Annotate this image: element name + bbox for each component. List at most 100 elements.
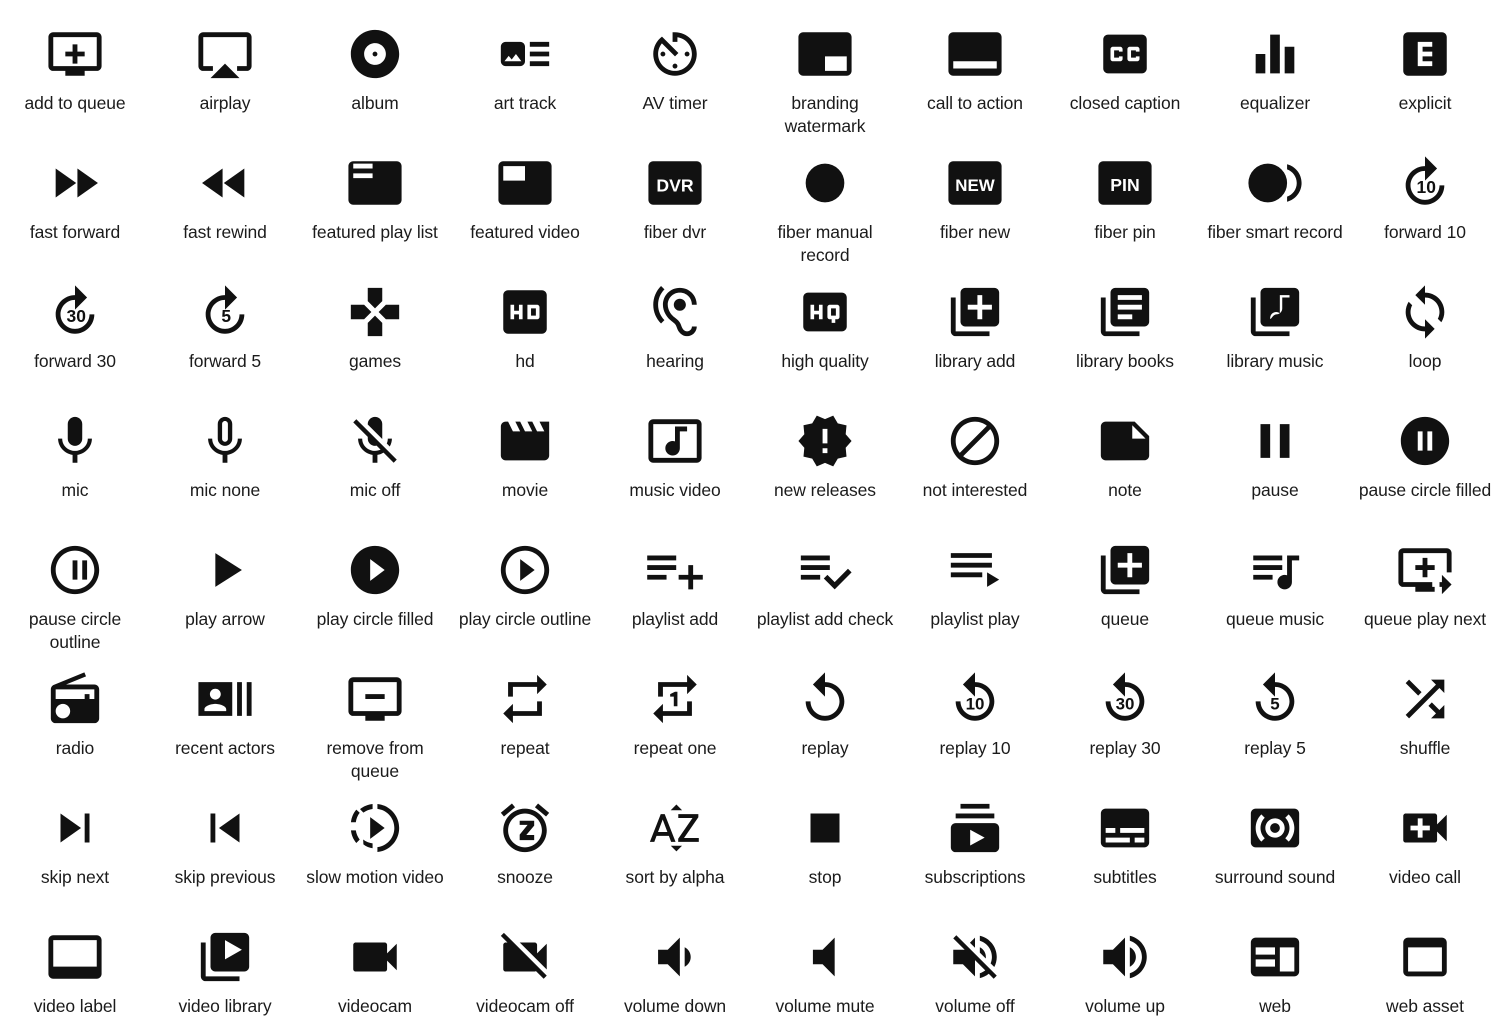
snooze-icon (493, 796, 557, 860)
icon-cell-album[interactable]: album (300, 6, 450, 135)
call-to-action-icon (943, 22, 1007, 86)
icon-cell-replay-30[interactable]: 30 replay 30 (1050, 651, 1200, 780)
icon-cell-replay[interactable]: replay (750, 651, 900, 780)
icon-cell-volume-off[interactable]: volume off (900, 909, 1050, 1034)
icon-cell-forward-10[interactable]: 10 forward 10 (1350, 135, 1500, 264)
icon-label: fiber manual record (777, 222, 873, 266)
icon-cell-radio[interactable]: radio (0, 651, 150, 780)
fiber-pin-icon: PIN (1093, 151, 1157, 215)
icon-label: closed caption (1069, 93, 1181, 113)
icon-cell-queue-play-next[interactable]: queue play next (1350, 522, 1500, 651)
icon-cell-snooze[interactable]: snooze (450, 780, 600, 909)
icon-cell-explicit[interactable]: explicit (1350, 6, 1500, 135)
icon-cell-branding-watermark[interactable]: branding watermark (750, 6, 900, 136)
icon-cell-add-to-queue[interactable]: add to queue (0, 6, 150, 135)
icon-cell-pause-circle-filled[interactable]: pause circle filled (1350, 393, 1500, 522)
icon-cell-hd[interactable]: hd (450, 264, 600, 393)
icon-cell-hearing[interactable]: hearing (600, 264, 750, 393)
icon-cell-play-circle-filled[interactable]: play circle filled (300, 522, 450, 651)
icon-cell-high-quality[interactable]: high quality (750, 264, 900, 393)
icon-cell-subscriptions[interactable]: subscriptions (900, 780, 1050, 909)
icon-cell-mic-off[interactable]: mic off (300, 393, 450, 522)
icon-cell-videocam[interactable]: videocam (300, 909, 450, 1034)
icon-cell-loop[interactable]: loop (1350, 264, 1500, 393)
icon-cell-fiber-manual-record[interactable]: fiber manual record (750, 135, 900, 265)
icon-cell-fiber-smart-record[interactable]: fiber smart record (1200, 135, 1350, 264)
icon-cell-replay-5[interactable]: 5 replay 5 (1200, 651, 1350, 780)
icon-cell-video-call[interactable]: video call (1350, 780, 1500, 909)
icon-cell-skip-previous[interactable]: skip previous (150, 780, 300, 909)
icon-cell-movie[interactable]: movie (450, 393, 600, 522)
icon-cell-library-add[interactable]: library add (900, 264, 1050, 393)
icon-cell-art-track[interactable]: art track (450, 6, 600, 135)
icon-cell-av-timer[interactable]: AV timer (600, 6, 750, 135)
icon-cell-note[interactable]: note (1050, 393, 1200, 522)
icon-cell-playlist-play[interactable]: playlist play (900, 522, 1050, 651)
icon-cell-fast-forward[interactable]: fast forward (0, 135, 150, 264)
icon-label: web (1259, 996, 1291, 1016)
icon-cell-repeat[interactable]: repeat (450, 651, 600, 780)
svg-text:DVR: DVR (656, 175, 693, 195)
icon-cell-skip-next[interactable]: skip next (0, 780, 150, 909)
icon-cell-surround-sound[interactable]: surround sound (1200, 780, 1350, 909)
icon-cell-subtitles[interactable]: subtitles (1050, 780, 1200, 909)
icon-cell-pause[interactable]: pause (1200, 393, 1350, 522)
replay-30-icon: 30 (1093, 667, 1157, 731)
icon-cell-repeat-one[interactable]: repeat one (600, 651, 750, 780)
icon-cell-airplay[interactable]: airplay (150, 6, 300, 135)
icon-cell-pause-circle-outline[interactable]: pause circle outline (0, 522, 150, 652)
icon-cell-shuffle[interactable]: shuffle (1350, 651, 1500, 780)
icon-cell-games[interactable]: games (300, 264, 450, 393)
volume-off-icon (943, 925, 1007, 989)
icon-cell-video-library[interactable]: video library (150, 909, 300, 1034)
icon-cell-fiber-dvr[interactable]: DVR fiber dvr (600, 135, 750, 264)
icon-cell-recent-actors[interactable]: recent actors (150, 651, 300, 780)
icon-cell-call-to-action[interactable]: call to action (900, 6, 1050, 135)
icon-cell-featured-play-list[interactable]: featured play list (300, 135, 450, 264)
icon-label: snooze (497, 867, 553, 887)
icon-cell-playlist-add-check[interactable]: playlist add check (750, 522, 900, 651)
icon-cell-volume-down[interactable]: volume down (600, 909, 750, 1034)
icon-cell-queue[interactable]: queue (1050, 522, 1200, 651)
icon-cell-library-books[interactable]: library books (1050, 264, 1200, 393)
icon-label: volume mute (775, 996, 875, 1016)
icon-cell-videocam-off[interactable]: videocam off (450, 909, 600, 1034)
icon-cell-featured-video[interactable]: featured video (450, 135, 600, 264)
icon-cell-new-releases[interactable]: new releases (750, 393, 900, 522)
icon-label: branding watermark (784, 93, 866, 137)
icon-cell-mic-none[interactable]: mic none (150, 393, 300, 522)
icon-label: equalizer (1239, 93, 1311, 113)
icon-cell-fiber-pin[interactable]: PIN fiber pin (1050, 135, 1200, 264)
icon-cell-equalizer[interactable]: equalizer (1200, 6, 1350, 135)
icon-cell-volume-mute[interactable]: volume mute (750, 909, 900, 1034)
icon-cell-sort-by-alpha[interactable]: sort by alpha (600, 780, 750, 909)
icon-cell-web-asset[interactable]: web asset (1350, 909, 1500, 1034)
replay-5-icon: 5 (1243, 667, 1307, 731)
icon-cell-volume-up[interactable]: volume up (1050, 909, 1200, 1034)
album-icon (343, 22, 407, 86)
icon-cell-library-music[interactable]: library music (1200, 264, 1350, 393)
icon-cell-mic[interactable]: mic (0, 393, 150, 522)
icon-cell-stop[interactable]: stop (750, 780, 900, 909)
icon-cell-play-arrow[interactable]: play arrow (150, 522, 300, 651)
icon-cell-forward-30[interactable]: 30 forward 30 (0, 264, 150, 393)
icon-cell-replay-10[interactable]: 10 replay 10 (900, 651, 1050, 780)
hd-icon (493, 280, 557, 344)
icon-cell-fiber-new[interactable]: NEW fiber new (900, 135, 1050, 264)
icon-cell-forward-5[interactable]: 5 forward 5 (150, 264, 300, 393)
icon-cell-fast-rewind[interactable]: fast rewind (150, 135, 300, 264)
icon-label: fast rewind (183, 222, 267, 242)
video-label-icon (43, 925, 107, 989)
icon-cell-music-video[interactable]: music video (600, 393, 750, 522)
icon-cell-web[interactable]: web (1200, 909, 1350, 1034)
icon-cell-slow-motion-video[interactable]: slow motion video (300, 780, 450, 909)
icon-cell-video-label[interactable]: video label (0, 909, 150, 1034)
icon-label: playlist add (631, 609, 719, 629)
icon-cell-queue-music[interactable]: queue music (1200, 522, 1350, 651)
icon-cell-play-circle-outline[interactable]: play circle outline (450, 522, 600, 651)
icon-cell-not-interested[interactable]: not interested (900, 393, 1050, 522)
icon-label: shuffle (1399, 738, 1451, 758)
icon-cell-playlist-add[interactable]: playlist add (600, 522, 750, 651)
icon-cell-remove-from-queue[interactable]: remove from queue (300, 651, 450, 781)
icon-cell-closed-caption[interactable]: closed caption (1050, 6, 1200, 135)
